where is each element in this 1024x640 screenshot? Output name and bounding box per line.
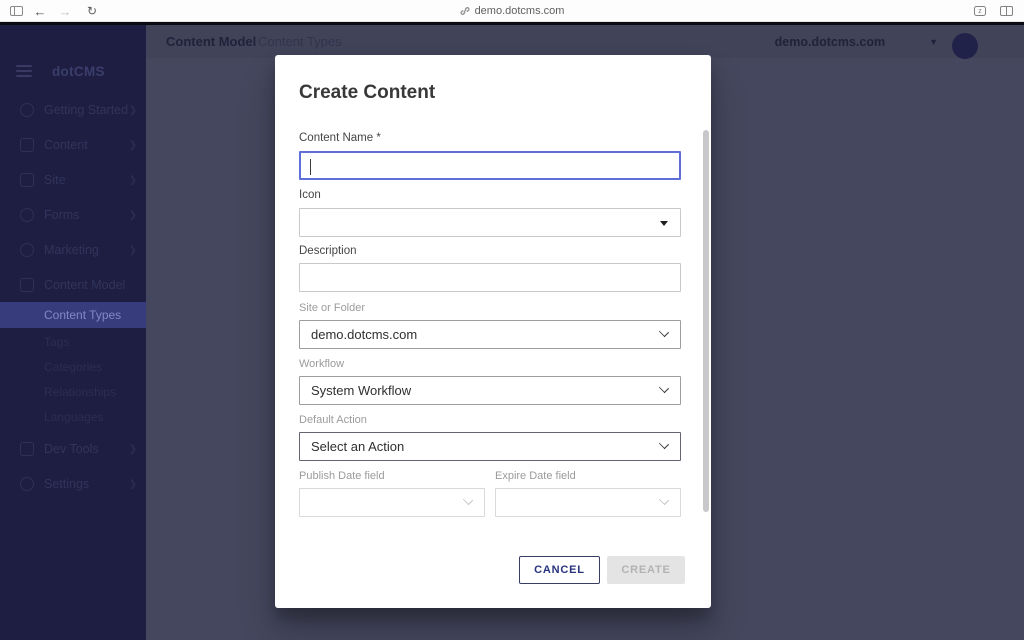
sidebar-item-forms[interactable]: Forms ❯ [0, 203, 146, 227]
split-view-icon[interactable] [996, 0, 1016, 22]
chevron-right-icon: ❯ [129, 479, 137, 490]
expire-date-select[interactable] [495, 488, 681, 517]
publish-date-label: Publish Date field [299, 470, 385, 482]
marketing-icon [20, 243, 34, 257]
modal-title: Create Content [299, 82, 435, 104]
create-content-modal: Create Content Content Name * Icon Descr… [275, 55, 711, 608]
chevron-right-icon: ❯ [129, 140, 137, 151]
publish-date-select[interactable] [299, 488, 485, 517]
chevron-right-icon: ❯ [129, 210, 137, 221]
sidebar-subitem-languages[interactable]: Languages [0, 407, 146, 427]
getting-started-icon [20, 103, 34, 117]
page-settings-glyph: z [974, 6, 986, 16]
chevron-right-icon: ❯ [129, 105, 137, 116]
sidebar-item-content[interactable]: Content ❯ [0, 133, 146, 157]
sidebar-item-marketing[interactable]: Marketing ❯ [0, 238, 146, 262]
chevron-right-icon: ❯ [129, 175, 137, 186]
chevron-down-icon [659, 439, 669, 449]
url-bar[interactable]: demo.dotcms.com [0, 0, 1024, 22]
sidebar-subitem-content-types[interactable]: Content Types [0, 302, 146, 328]
site-selector[interactable]: demo.dotcms.com ▼ [775, 33, 938, 51]
cancel-button[interactable]: CANCEL [519, 556, 600, 584]
sidebar: dotCMS Getting Started ❯ Content ❯ Site … [0, 25, 146, 640]
modal-scrollbar[interactable] [703, 130, 709, 512]
chevron-down-icon [463, 495, 473, 505]
site-icon [20, 173, 34, 187]
description-label: Description [299, 245, 357, 257]
icon-label: Icon [299, 189, 321, 201]
icon-select[interactable] [299, 208, 681, 237]
workflow-label: Workflow [299, 358, 344, 370]
toolbar: Content Model Content Types demo.dotcms.… [146, 25, 1024, 58]
sidebar-subitem-tags[interactable]: Tags [0, 332, 146, 352]
sidebar-item-getting-started[interactable]: Getting Started ❯ [0, 98, 146, 122]
site-selector-label: demo.dotcms.com [775, 35, 885, 49]
default-action-select[interactable]: Select an Action [299, 432, 681, 461]
sidebar-subitem-categories[interactable]: Categories [0, 357, 146, 377]
avatar[interactable] [952, 33, 978, 59]
sidebar-item-site[interactable]: Site ❯ [0, 168, 146, 192]
site-or-folder-select[interactable]: demo.dotcms.com [299, 320, 681, 349]
caret-down-icon: ▼ [929, 37, 938, 47]
content-model-icon [20, 278, 34, 292]
content-name-input[interactable] [299, 151, 681, 180]
sidebar-item-content-model[interactable]: Content Model [0, 273, 146, 297]
content-name-label: Content Name * [299, 132, 381, 144]
workflow-select[interactable]: System Workflow [299, 376, 681, 405]
menu-toggle-icon[interactable] [16, 65, 32, 77]
breadcrumb-page: Content Types [258, 34, 342, 49]
expire-date-label: Expire Date field [495, 470, 576, 482]
browser-chrome: ← → ↻ demo.dotcms.com z [0, 0, 1024, 22]
caret-down-icon [660, 221, 668, 226]
text-cursor [310, 159, 311, 175]
url-text: demo.dotcms.com [475, 5, 565, 17]
chevron-down-icon [659, 383, 669, 393]
sidebar-subitem-relationships[interactable]: Relationships [0, 382, 146, 402]
page-settings-icon[interactable]: z [970, 0, 990, 22]
sidebar-item-settings[interactable]: Settings ❯ [0, 472, 146, 496]
split-view-glyph [1000, 6, 1013, 16]
default-action-label: Default Action [299, 414, 367, 426]
link-icon [460, 6, 470, 16]
create-button[interactable]: CREATE [607, 556, 685, 584]
dev-tools-icon [20, 442, 34, 456]
chevron-down-icon [659, 327, 669, 337]
sidebar-item-dev-tools[interactable]: Dev Tools ❯ [0, 437, 146, 461]
settings-gear-icon [20, 477, 34, 491]
description-input[interactable] [299, 263, 681, 292]
modal-button-row: CANCEL CREATE [519, 556, 685, 584]
breadcrumb-section: Content Model [166, 34, 256, 49]
chevron-down-icon [659, 495, 669, 505]
site-or-folder-label: Site or Folder [299, 302, 365, 314]
chevron-right-icon: ❯ [129, 444, 137, 455]
content-icon [20, 138, 34, 152]
forms-icon [20, 208, 34, 222]
dotcms-logo: dotCMS [52, 64, 138, 79]
chevron-right-icon: ❯ [129, 245, 137, 256]
